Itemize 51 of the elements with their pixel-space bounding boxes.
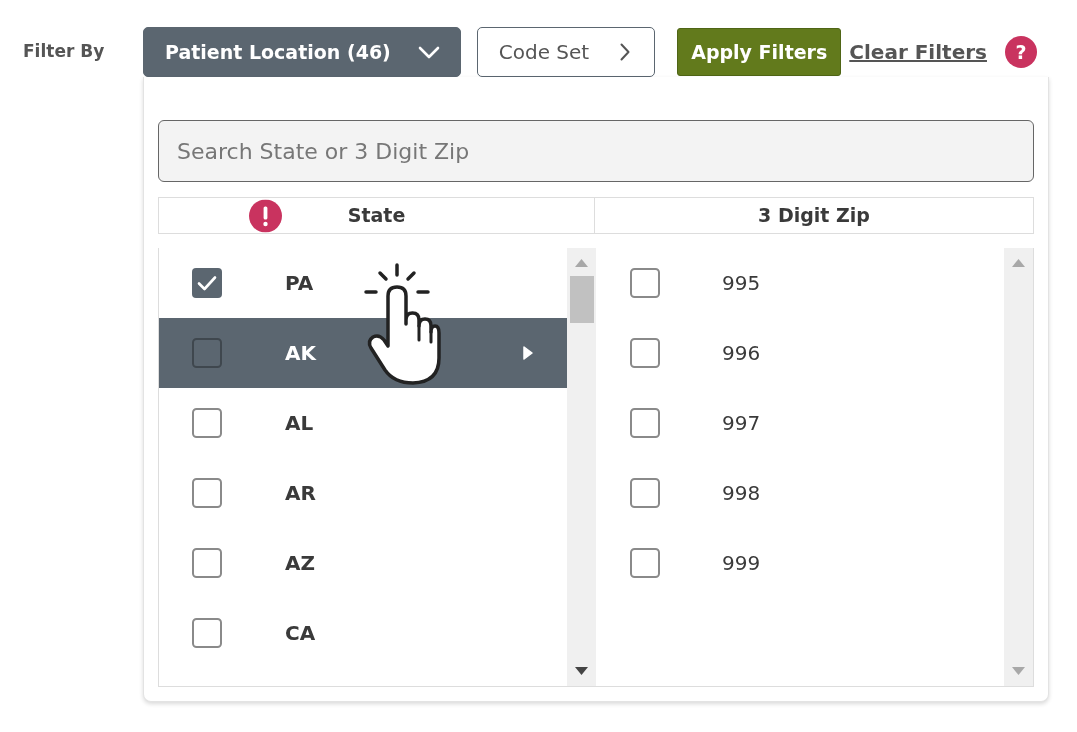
option-label: 999 <box>722 550 761 577</box>
column-title: State <box>347 201 406 230</box>
checkbox[interactable] <box>192 408 222 438</box>
filter-label: Filter By <box>22 40 106 64</box>
list-option[interactable]: AZ <box>159 528 567 598</box>
list-option[interactable]: CA <box>159 598 567 668</box>
help-button[interactable]: ? <box>1004 36 1037 68</box>
scroll-down-arrow-icon[interactable] <box>575 667 588 675</box>
option-label: 997 <box>722 410 761 437</box>
clear-filters-link[interactable]: Clear Filters <box>849 37 987 67</box>
checkbox[interactable] <box>630 478 660 508</box>
option-label: AR <box>285 480 316 507</box>
option-label: 998 <box>722 480 761 507</box>
checkbox[interactable] <box>630 548 660 578</box>
scrollbar[interactable] <box>567 248 596 686</box>
option-label: CA <box>285 620 316 647</box>
option-label: PA <box>285 270 314 297</box>
hand-pointer-icon <box>363 262 441 386</box>
chevron-down-icon <box>417 45 440 59</box>
list-option[interactable]: 995 <box>596 248 1004 318</box>
filter-dropdown-button[interactable]: Patient Location (46) <box>143 27 461 77</box>
checkbox[interactable] <box>192 618 222 648</box>
scrollbar-thumb[interactable] <box>569 276 594 323</box>
scroll-up-arrow-icon[interactable] <box>1012 259 1025 267</box>
checkbox[interactable] <box>630 408 660 438</box>
list-option[interactable]: 998 <box>596 458 1004 528</box>
search-field[interactable]: Search State or 3 Digit Zip <box>158 120 1034 182</box>
option-label: AZ <box>285 550 315 577</box>
list-option[interactable]: 996 <box>596 318 1004 388</box>
option-label: 996 <box>722 340 761 367</box>
chevron-right-icon <box>620 43 631 61</box>
option-label: AL <box>285 410 314 437</box>
column-title: 3 Digit Zip <box>758 203 870 229</box>
option-label: AK <box>285 340 316 367</box>
list-option[interactable]: AR <box>159 458 567 528</box>
checkbox[interactable] <box>630 338 660 368</box>
list-option[interactable]: 999 <box>596 528 1004 598</box>
scrollbar[interactable] <box>1004 248 1033 686</box>
filter-dropdown-button[interactable]: Code Set <box>476 27 656 77</box>
apply-filters-button[interactable]: Apply Filters <box>677 28 842 76</box>
checkbox[interactable] <box>630 268 660 298</box>
checkbox[interactable] <box>192 478 222 508</box>
checkbox[interactable] <box>192 268 222 298</box>
option-label: 995 <box>722 270 761 297</box>
list-option[interactable]: 997 <box>596 388 1004 458</box>
checkbox[interactable] <box>192 338 222 368</box>
list-option[interactable]: PA <box>159 248 567 318</box>
caret-right-icon <box>523 346 533 360</box>
checkbox[interactable] <box>192 548 222 578</box>
scroll-up-arrow-icon[interactable] <box>575 259 588 267</box>
list-option[interactable]: AL <box>159 388 567 458</box>
